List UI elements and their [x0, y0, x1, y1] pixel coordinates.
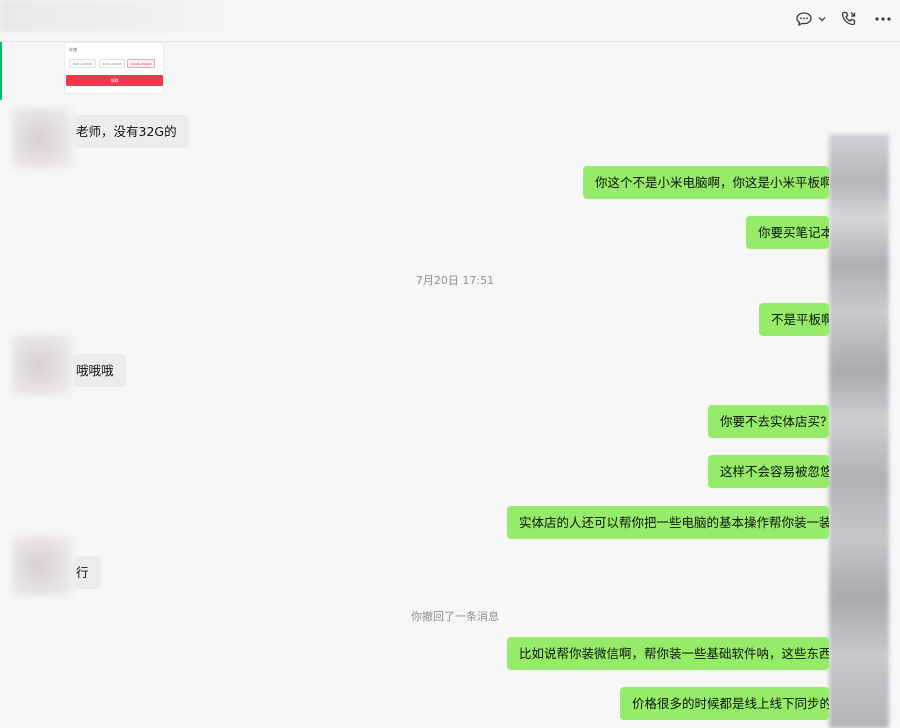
- outgoing-message-bubble[interactable]: 不是平板啊: [759, 303, 829, 336]
- incoming-message-bubble[interactable]: 行: [73, 556, 101, 589]
- voice-call-button[interactable]: [838, 8, 860, 30]
- contact-avatar[interactable]: [12, 536, 72, 596]
- contact-avatar[interactable]: [12, 108, 72, 168]
- more-options-button[interactable]: [872, 8, 894, 30]
- chevron-down-icon: [818, 17, 826, 22]
- more-icon: [875, 17, 891, 21]
- chat-bubble-icon: [796, 12, 812, 27]
- product-option-1: 8GB+128GB: [69, 59, 96, 68]
- outgoing-message-bubble[interactable]: 你要买笔记本: [746, 216, 829, 249]
- call-icon: [841, 11, 856, 26]
- self-avatar-column-blurred: [829, 134, 889, 728]
- chat-window: 存储 8GB+128GB 8GB+256GB 12GB+256GB 领取 老师，…: [0, 0, 900, 728]
- recalled-message-notice: 你撤回了一条消息: [411, 610, 499, 623]
- product-option-2: 8GB+256GB: [99, 59, 125, 68]
- product-option-label: 存储: [69, 47, 77, 52]
- contact-name-blurred: [0, 0, 240, 32]
- outgoing-message-bubble[interactable]: 你要不去实体店买？: [708, 405, 829, 438]
- incoming-message-bubble[interactable]: 哦哦哦: [73, 354, 126, 387]
- outgoing-message-bubble[interactable]: 你这个不是小米电脑啊，你这是小米平板啊: [583, 166, 829, 199]
- selection-accent: [0, 42, 2, 100]
- outgoing-message-bubble[interactable]: 价格很多的时候都是线上线下同步的: [620, 687, 829, 720]
- product-buy-button: 领取: [66, 75, 163, 86]
- outgoing-message-bubble[interactable]: 这样不会容易被忽悠: [708, 455, 829, 488]
- outgoing-message-bubble[interactable]: 实体店的人还可以帮你把一些电脑的基本操作帮你装一装: [507, 506, 829, 539]
- incoming-message-bubble[interactable]: 老师，没有32G的: [73, 115, 189, 148]
- outgoing-message-bubble[interactable]: 比如说帮你装微信啊，帮你装一些基础软件呐，这些东西: [507, 637, 829, 670]
- chat-options-button[interactable]: [794, 8, 828, 30]
- shared-image-message[interactable]: 存储 8GB+128GB 8GB+256GB 12GB+256GB 领取: [64, 42, 164, 94]
- timestamp-divider: 7月20日 17:51: [415, 274, 495, 287]
- chat-header: [0, 0, 900, 42]
- contact-avatar[interactable]: [12, 335, 72, 395]
- product-option-3: 12GB+256GB: [127, 59, 155, 68]
